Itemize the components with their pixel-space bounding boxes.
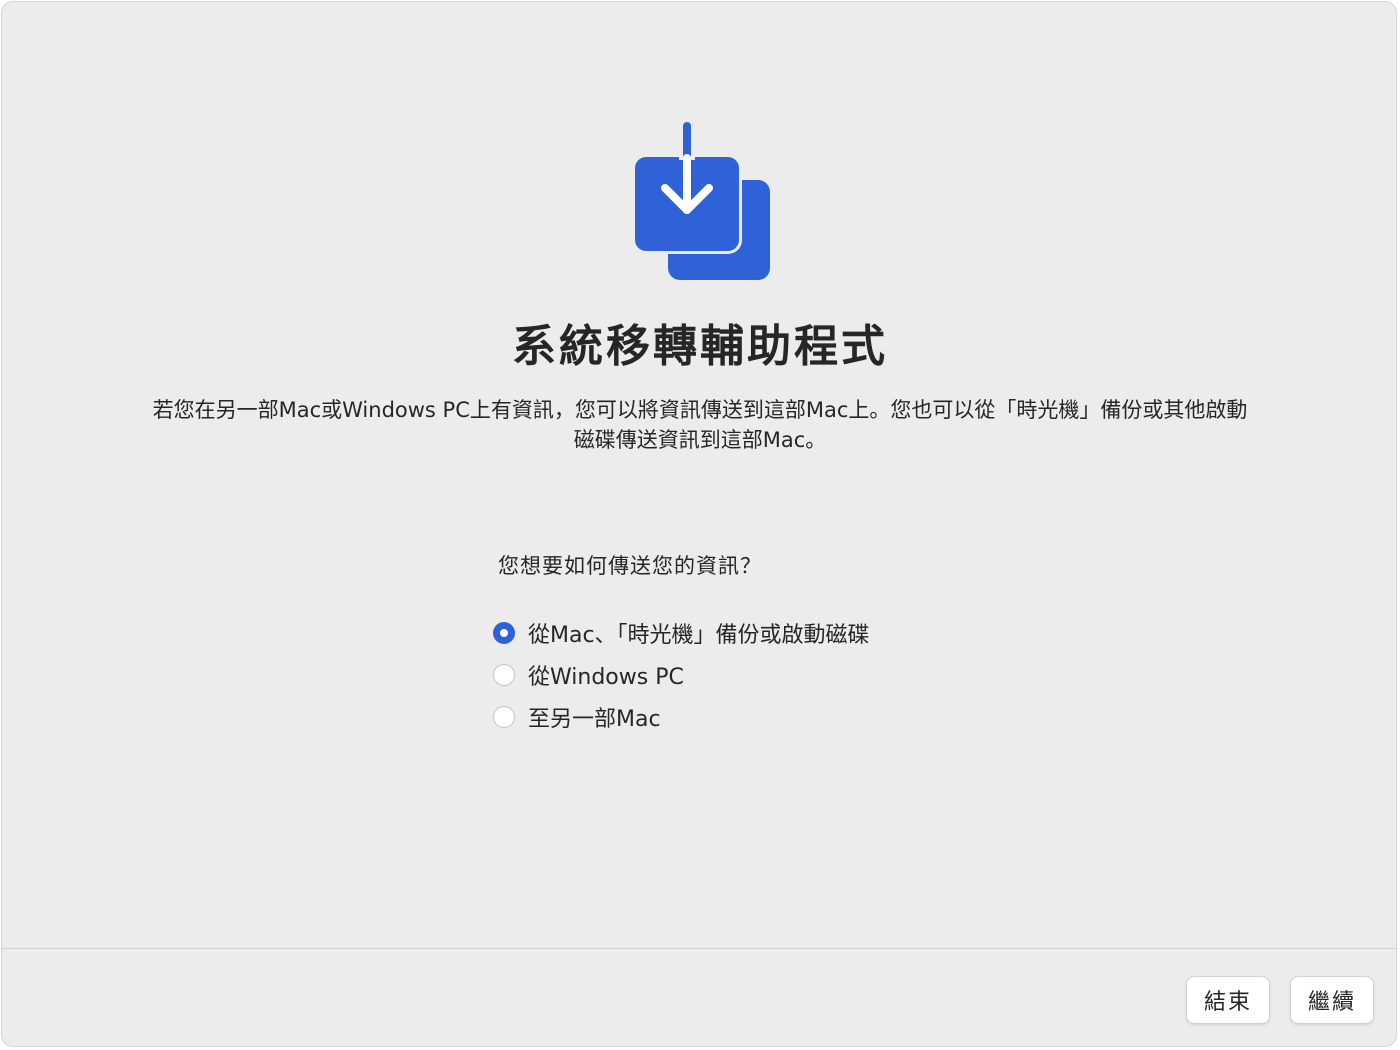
- option-from-windows-pc[interactable]: 從Windows PC: [493, 654, 870, 696]
- option-label: 從Mac、「時光機」備份或啟動磁碟: [528, 623, 870, 648]
- quit-button[interactable]: 結束: [1186, 976, 1270, 1024]
- footer-divider: [2, 948, 1396, 949]
- option-from-mac[interactable]: 從Mac、「時光機」備份或啟動磁碟: [493, 612, 870, 654]
- radio-button-selected[interactable]: [493, 622, 515, 644]
- radio-button[interactable]: [493, 706, 515, 728]
- option-label: 至另一部Mac: [528, 707, 661, 732]
- continue-button[interactable]: 繼續: [1290, 976, 1374, 1024]
- migration-assistant-window: 系統移轉輔助程式 若您在另一部Mac或Windows PC上有資訊，您可以將資訊…: [1, 1, 1397, 1047]
- page-title: 系統移轉輔助程式: [512, 321, 888, 372]
- radio-button[interactable]: [493, 664, 515, 686]
- option-label: 從Windows PC: [528, 665, 684, 690]
- transfer-question: 您想要如何傳送您的資訊？: [498, 554, 762, 578]
- option-to-another-mac[interactable]: 至另一部Mac: [493, 696, 870, 738]
- description-text: 若您在另一部Mac或Windows PC上有資訊，您可以將資訊傳送到這部Mac上…: [152, 398, 1248, 452]
- migration-assistant-icon: [632, 120, 770, 280]
- transfer-options-radio-group: 從Mac、「時光機」備份或啟動磁碟 從Windows PC 至另一部Mac: [493, 612, 870, 738]
